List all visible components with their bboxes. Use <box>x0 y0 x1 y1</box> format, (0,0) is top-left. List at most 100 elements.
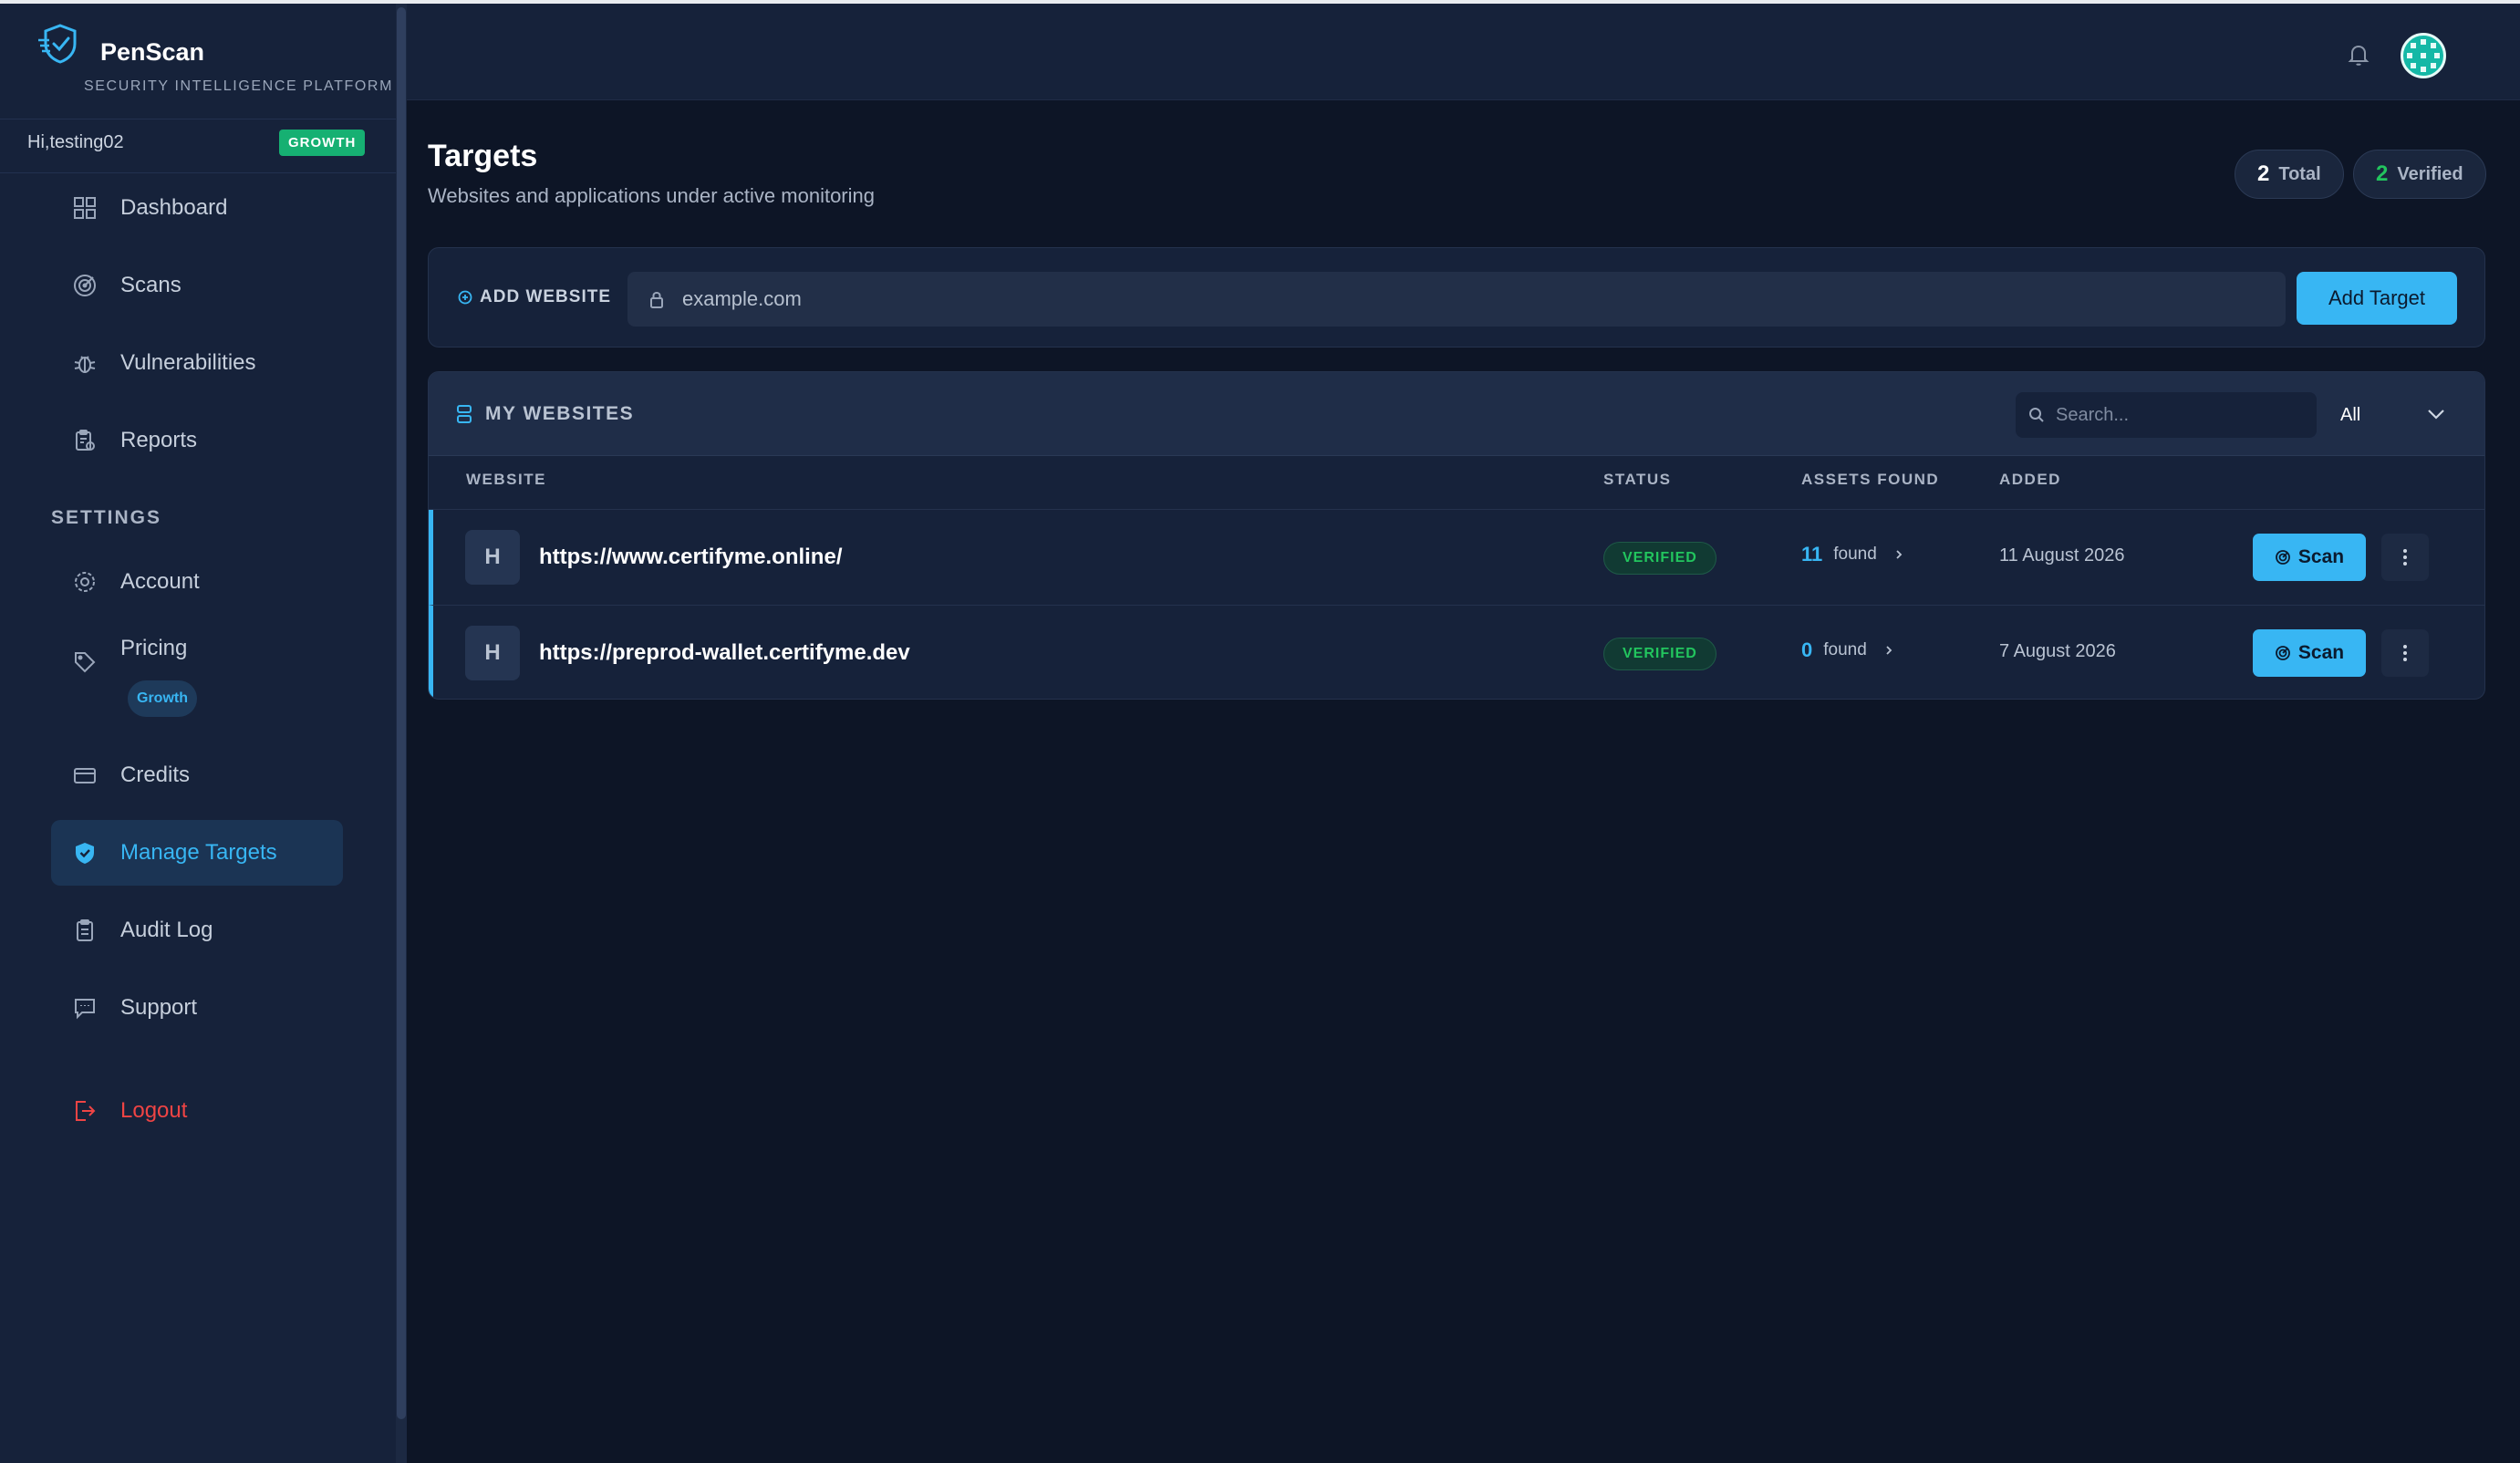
column-header-added: ADDED <box>1999 471 2061 488</box>
add-website-card: ADD WEBSITE Add Target <box>428 247 2485 348</box>
assets-label: found <box>1823 640 1867 659</box>
assets-found-link[interactable]: 0 found <box>1801 638 1894 662</box>
sidebar-item-credits[interactable]: Credits <box>51 742 343 808</box>
total-label: Total <box>2278 163 2321 184</box>
user-row: Hi,testing02 GROWTH <box>0 119 396 173</box>
shield-check-icon <box>71 839 99 866</box>
add-website-label: ADD WEBSITE <box>458 287 611 307</box>
websites-table-card: MY WEBSITES All WEBSITE STATUS ASSETS FO… <box>428 371 2485 700</box>
row-menu-button[interactable] <box>2381 534 2429 581</box>
shield-logo-icon <box>38 24 77 64</box>
column-header-assets: ASSETS FOUND <box>1801 471 1940 488</box>
status-badge: VERIFIED <box>1603 638 1716 670</box>
assets-count: 0 <box>1801 638 1813 661</box>
sidebar-item-label: Audit Log <box>120 918 213 942</box>
assets-label: found <box>1833 545 1877 564</box>
bell-icon[interactable] <box>2346 42 2371 67</box>
chevron-right-icon <box>1896 550 1903 559</box>
website-url-input[interactable] <box>682 287 2233 311</box>
search-icon <box>2029 408 2044 422</box>
sidebar-item-manage-targets[interactable]: Manage Targets <box>51 820 343 886</box>
logout-button[interactable]: Logout <box>51 1078 343 1144</box>
clipboard-icon <box>71 917 99 944</box>
add-website-input-wrap[interactable] <box>627 272 2286 327</box>
top-bar <box>407 4 2520 100</box>
added-date: 11 August 2026 <box>1999 545 2125 565</box>
report-icon <box>71 427 99 454</box>
search-box[interactable] <box>2016 392 2317 438</box>
sidebar-item-label: Pricing <box>120 636 188 660</box>
card-icon <box>71 762 99 789</box>
avatar[interactable] <box>2401 33 2446 78</box>
column-header-website: WEBSITE <box>466 471 546 488</box>
chevron-down-icon <box>2428 410 2444 420</box>
plan-badge: GROWTH <box>279 130 366 156</box>
search-input[interactable] <box>2056 404 2311 426</box>
table-row[interactable]: H https://www.certifyme.online/ VERIFIED… <box>429 510 2484 605</box>
site-initial-avatar: H <box>465 530 520 585</box>
logout-icon <box>71 1097 99 1125</box>
radar-icon <box>2275 550 2290 565</box>
sidebar-item-support[interactable]: Support <box>51 975 343 1041</box>
sidebar-item-label: Manage Targets <box>120 840 277 865</box>
verified-label: Verified <box>2397 163 2463 184</box>
more-vertical-icon <box>2403 645 2407 661</box>
status-filter-select[interactable]: All <box>2326 392 2463 438</box>
site-url[interactable]: https://www.certifyme.online/ <box>539 545 842 570</box>
column-header-status: STATUS <box>1603 471 1672 488</box>
database-icon <box>457 405 472 423</box>
settings-section-label: SETTINGS <box>51 507 162 528</box>
filter-value: All <box>2340 404 2361 425</box>
sidebar-item-label: Vulnerabilities <box>120 350 256 375</box>
sidebar-item-label: Reports <box>120 428 198 452</box>
table-row[interactable]: H https://preprod-wallet.certifyme.dev V… <box>429 605 2484 699</box>
app-tagline: SECURITY INTELLIGENCE PLATFORM <box>84 78 394 94</box>
sidebar-item-audit-log[interactable]: Audit Log <box>51 898 343 963</box>
sidebar: PenScan SECURITY INTELLIGENCE PLATFORM H… <box>0 4 396 1463</box>
scan-button[interactable]: Scan <box>2253 629 2366 677</box>
scan-button[interactable]: Scan <box>2253 534 2366 581</box>
more-vertical-icon <box>2403 549 2407 565</box>
sidebar-item-pricing[interactable]: Pricing <box>51 629 343 695</box>
verified-stat-pill: 2 Verified <box>2353 150 2486 199</box>
logout-label: Logout <box>120 1098 188 1123</box>
sidebar-item-label: Credits <box>120 763 191 787</box>
verified-count: 2 <box>2376 161 2389 186</box>
sidebar-item-account[interactable]: Account <box>51 549 343 615</box>
websites-table-header: MY WEBSITES All <box>429 372 2484 456</box>
gear-icon <box>71 568 99 596</box>
lock-icon <box>650 292 663 308</box>
page-title: Targets <box>428 139 538 173</box>
scan-button-label: Scan <box>2297 642 2345 663</box>
sidebar-item-scans[interactable]: Scans <box>51 253 343 318</box>
chat-icon <box>71 994 99 1022</box>
page-subtitle: Websites and applications under active m… <box>428 184 875 207</box>
site-url[interactable]: https://preprod-wallet.certifyme.dev <box>539 640 910 666</box>
assets-found-link[interactable]: 11 found <box>1801 543 1904 566</box>
radar-icon <box>2275 646 2290 660</box>
chevron-right-icon <box>1886 646 1893 655</box>
bug-icon <box>71 349 99 377</box>
sidebar-item-label: Scans <box>120 273 181 297</box>
plus-circle-icon <box>458 290 472 305</box>
added-date: 7 August 2026 <box>1999 641 2116 661</box>
assets-count: 11 <box>1801 543 1823 565</box>
sidebar-scrollbar-thumb[interactable] <box>397 7 406 1419</box>
sidebar-item-reports[interactable]: Reports <box>51 408 343 473</box>
total-stat-pill: 2 Total <box>2235 150 2344 199</box>
sidebar-item-dashboard[interactable]: Dashboard <box>51 175 343 241</box>
add-target-button[interactable]: Add Target <box>2297 272 2457 325</box>
target-icon <box>71 272 99 299</box>
sidebar-item-label: Dashboard <box>120 195 228 220</box>
site-initial-avatar: H <box>465 626 520 680</box>
sidebar-item-label: Account <box>120 569 200 594</box>
grid-icon <box>71 194 99 222</box>
sidebar-item-vulnerabilities[interactable]: Vulnerabilities <box>51 330 343 396</box>
globe-pattern-icon <box>2407 39 2440 72</box>
status-badge: VERIFIED <box>1603 542 1716 575</box>
row-menu-button[interactable] <box>2381 629 2429 677</box>
user-greeting: Hi,testing02 <box>27 132 124 152</box>
add-website-text: ADD WEBSITE <box>480 287 611 306</box>
websites-title: MY WEBSITES <box>456 403 634 425</box>
sidebar-item-label: Support <box>120 995 198 1020</box>
